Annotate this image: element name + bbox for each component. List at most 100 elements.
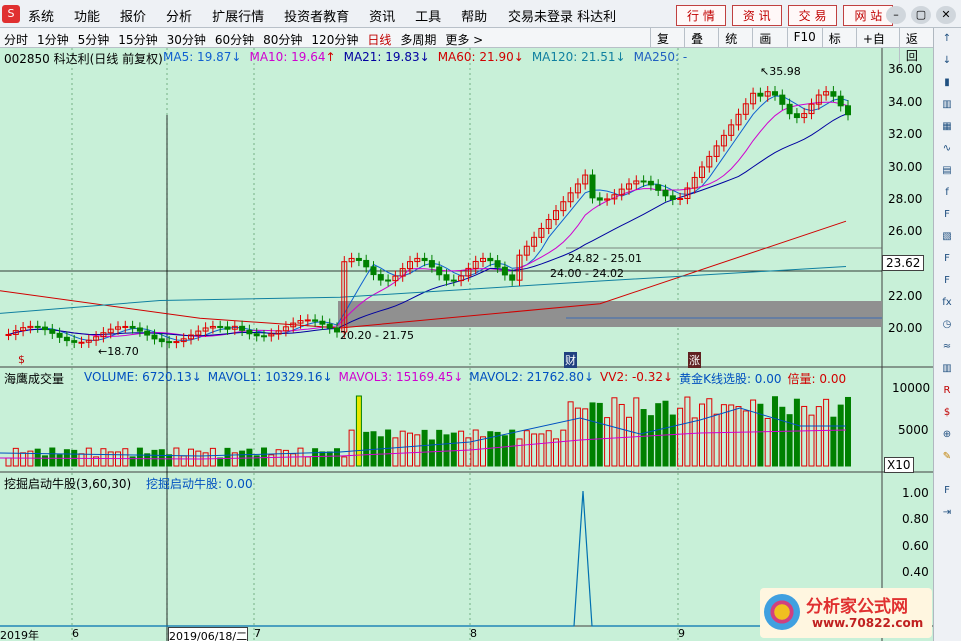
- tab-minute[interactable]: 分时: [4, 31, 28, 48]
- candle-body: [261, 335, 267, 338]
- stack-icon[interactable]: ▥: [938, 360, 956, 377]
- candle-body: [589, 174, 596, 199]
- tab-multi-period[interactable]: 多周期: [400, 31, 436, 48]
- wave-icon[interactable]: ≈: [938, 338, 956, 355]
- zoom-icon[interactable]: ⊕: [938, 426, 956, 443]
- volume-bar: [640, 409, 647, 467]
- fiz-icon[interactable]: F: [938, 272, 956, 289]
- candle-body: [42, 326, 48, 331]
- window-status: 交易未登录 科达利: [508, 10, 617, 25]
- pencil-icon[interactable]: ✎: [938, 448, 956, 465]
- candle-body: [56, 332, 63, 338]
- menu-item-investor-education[interactable]: 投资者教育: [274, 6, 359, 25]
- export-icon[interactable]: ⇥: [938, 504, 956, 521]
- candle-body: [377, 274, 384, 281]
- tab-1min[interactable]: 1分钟: [37, 31, 69, 48]
- line-chart-icon[interactable]: ∿: [938, 140, 956, 157]
- candle-body: [151, 334, 158, 340]
- tab-5min[interactable]: 5分钟: [78, 31, 110, 48]
- double-volume-label: 倍量: 0.00: [787, 372, 847, 386]
- trade-button[interactable]: 交 易: [787, 5, 838, 26]
- candle-body: [677, 198, 684, 200]
- period-tabs: 分时 1分钟 5分钟 15分钟 30分钟 60分钟 80分钟 120分钟 日线 …: [4, 31, 492, 48]
- news-button[interactable]: 资 讯: [731, 5, 782, 26]
- tab-daily[interactable]: 日线: [367, 31, 391, 48]
- fx-icon[interactable]: fx: [938, 294, 956, 311]
- candle-body: [122, 325, 129, 328]
- x-label-6: 6: [72, 627, 79, 640]
- vol-tick-10000: 10000: [892, 381, 931, 395]
- menu-item-quote[interactable]: 报价: [110, 6, 156, 25]
- volume-bar: [647, 415, 654, 467]
- candle-body: [793, 113, 800, 119]
- bar-chart-icon[interactable]: ▥: [938, 96, 956, 113]
- x-label-9: 9: [678, 627, 685, 640]
- menu-bar: S 系统 功能 报价 分析 扩展行情 投资者教育 资讯 工具 帮助 交易未登录 …: [0, 0, 961, 28]
- grid-icon[interactable]: ▦: [938, 118, 956, 135]
- volume-bar: [217, 457, 224, 467]
- down-arrow-icon[interactable]: ↓: [938, 52, 956, 69]
- menu-item-tools[interactable]: 工具: [405, 6, 451, 25]
- candle-body: [669, 195, 676, 200]
- candle-body: [63, 336, 70, 342]
- minimize-icon[interactable]: –: [886, 6, 906, 24]
- kline-chart[interactable]: [0, 48, 933, 641]
- candle-body: [662, 189, 669, 197]
- volume-bar: [428, 439, 435, 467]
- volume-bar: [662, 400, 669, 467]
- f5-icon[interactable]: F: [938, 482, 956, 499]
- menu-item-function[interactable]: 功能: [64, 6, 110, 25]
- layout-icon[interactable]: ▤: [938, 162, 956, 179]
- finance-marker[interactable]: 财: [564, 352, 577, 368]
- candle-body: [312, 319, 319, 322]
- tab-60min[interactable]: 60分钟: [215, 31, 254, 48]
- menu-item-analysis[interactable]: 分析: [156, 6, 202, 25]
- dividend-marker[interactable]: $: [18, 353, 25, 366]
- tab-more[interactable]: 更多 >: [445, 31, 483, 48]
- zone1-label: 24.82 - 25.01: [568, 252, 642, 265]
- menu-item-system[interactable]: 系统: [18, 6, 64, 25]
- ma21-label: MA21: 19.83↓: [343, 50, 430, 64]
- candle-body: [757, 92, 764, 97]
- mavol1-label: MAVOL1: 10329.16↓: [207, 370, 333, 384]
- y-tick-28: 28.00: [888, 192, 923, 206]
- volume-bar: [34, 448, 41, 467]
- fin-icon[interactable]: F: [938, 250, 956, 267]
- volume-bar: [136, 447, 143, 467]
- candle-body: [363, 259, 370, 268]
- candle-body: [428, 260, 435, 268]
- volume-bar: [589, 402, 596, 467]
- dollar-icon[interactable]: $: [938, 404, 956, 421]
- menu-item-news[interactable]: 资讯: [359, 6, 405, 25]
- close-icon[interactable]: ✕: [936, 6, 956, 24]
- tab-15min[interactable]: 15分钟: [118, 31, 157, 48]
- restore-icon[interactable]: ▢: [911, 6, 931, 24]
- menu-item-help[interactable]: 帮助: [451, 6, 497, 25]
- volume-bar: [837, 404, 844, 467]
- volume-bar: [326, 451, 333, 467]
- volume-bar: [421, 429, 428, 467]
- mavol3-label: MAVOL3: 15169.45↓: [338, 370, 464, 384]
- tab-80min[interactable]: 80分钟: [263, 31, 302, 48]
- volume-bar: [151, 449, 158, 467]
- fn-icon[interactable]: f: [938, 184, 956, 201]
- volume-bar: [436, 429, 443, 467]
- fio-icon[interactable]: F: [938, 206, 956, 223]
- up-arrow-icon[interactable]: ↑: [938, 30, 956, 47]
- history-icon[interactable]: ◷: [938, 316, 956, 333]
- main-menu: 系统 功能 报价 分析 扩展行情 投资者教育 资讯 工具 帮助: [18, 6, 497, 25]
- menu-item-extended-market[interactable]: 扩展行情: [202, 6, 274, 25]
- quote-button[interactable]: 行 情: [676, 5, 726, 26]
- candle-icon[interactable]: ▮: [938, 74, 956, 91]
- limit-up-marker[interactable]: 涨: [688, 352, 701, 368]
- tab-120min[interactable]: 120分钟: [311, 31, 358, 48]
- candle-body: [136, 327, 143, 332]
- rsi-icon[interactable]: R: [938, 382, 956, 399]
- y-tick-30: 30.00: [888, 160, 923, 174]
- candle-body: [319, 320, 326, 325]
- y-tick-26: 26.00: [888, 224, 923, 238]
- indicator-panel-title: 挖掘启动牛股(3,60,30): [4, 477, 132, 491]
- tab-30min[interactable]: 30分钟: [167, 31, 206, 48]
- chart-icon[interactable]: ▧: [938, 228, 956, 245]
- volume-bar: [830, 416, 837, 467]
